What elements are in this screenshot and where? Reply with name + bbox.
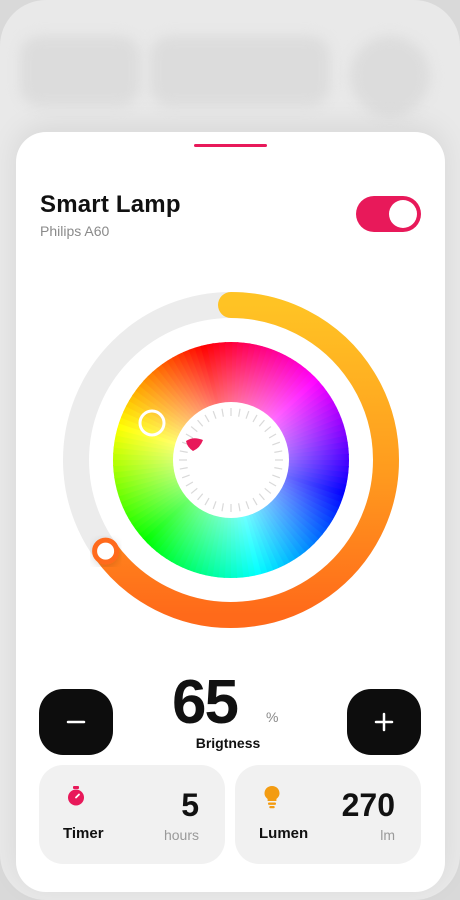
background-blur-shape (20, 36, 140, 106)
minus-icon (66, 720, 86, 724)
device-model: Philips A60 (40, 223, 110, 239)
lumen-card[interactable]: Lumen 270 lm (235, 765, 421, 864)
brightness-slider-knob[interactable] (92, 537, 120, 565)
brightness-label: Brigtness (195, 735, 261, 751)
timer-card-title: Timer (63, 825, 104, 842)
sheet-drag-handle[interactable] (194, 144, 267, 147)
timer-card-value: 5 (181, 787, 199, 823)
increase-brightness-button[interactable] (347, 689, 421, 755)
brightness-unit: % (266, 709, 279, 725)
lumen-card-value: 270 (341, 787, 395, 823)
toggle-knob (389, 200, 417, 228)
timer-card[interactable]: Timer 5 hours (39, 765, 225, 864)
lightbulb-icon (264, 786, 280, 809)
stopwatch-icon (68, 786, 84, 806)
decrease-brightness-button[interactable] (39, 689, 113, 755)
power-toggle[interactable] (356, 196, 421, 232)
device-name: Smart Lamp (40, 191, 181, 218)
lumen-card-title: Lumen (259, 825, 309, 842)
plus-icon (374, 712, 394, 732)
background-blur-shape (350, 36, 430, 116)
lumen-card-unit: lm (380, 827, 395, 843)
background-blur-shape (150, 36, 330, 106)
timer-card-unit: hours (163, 827, 199, 843)
wheel-center-hub (173, 402, 289, 518)
